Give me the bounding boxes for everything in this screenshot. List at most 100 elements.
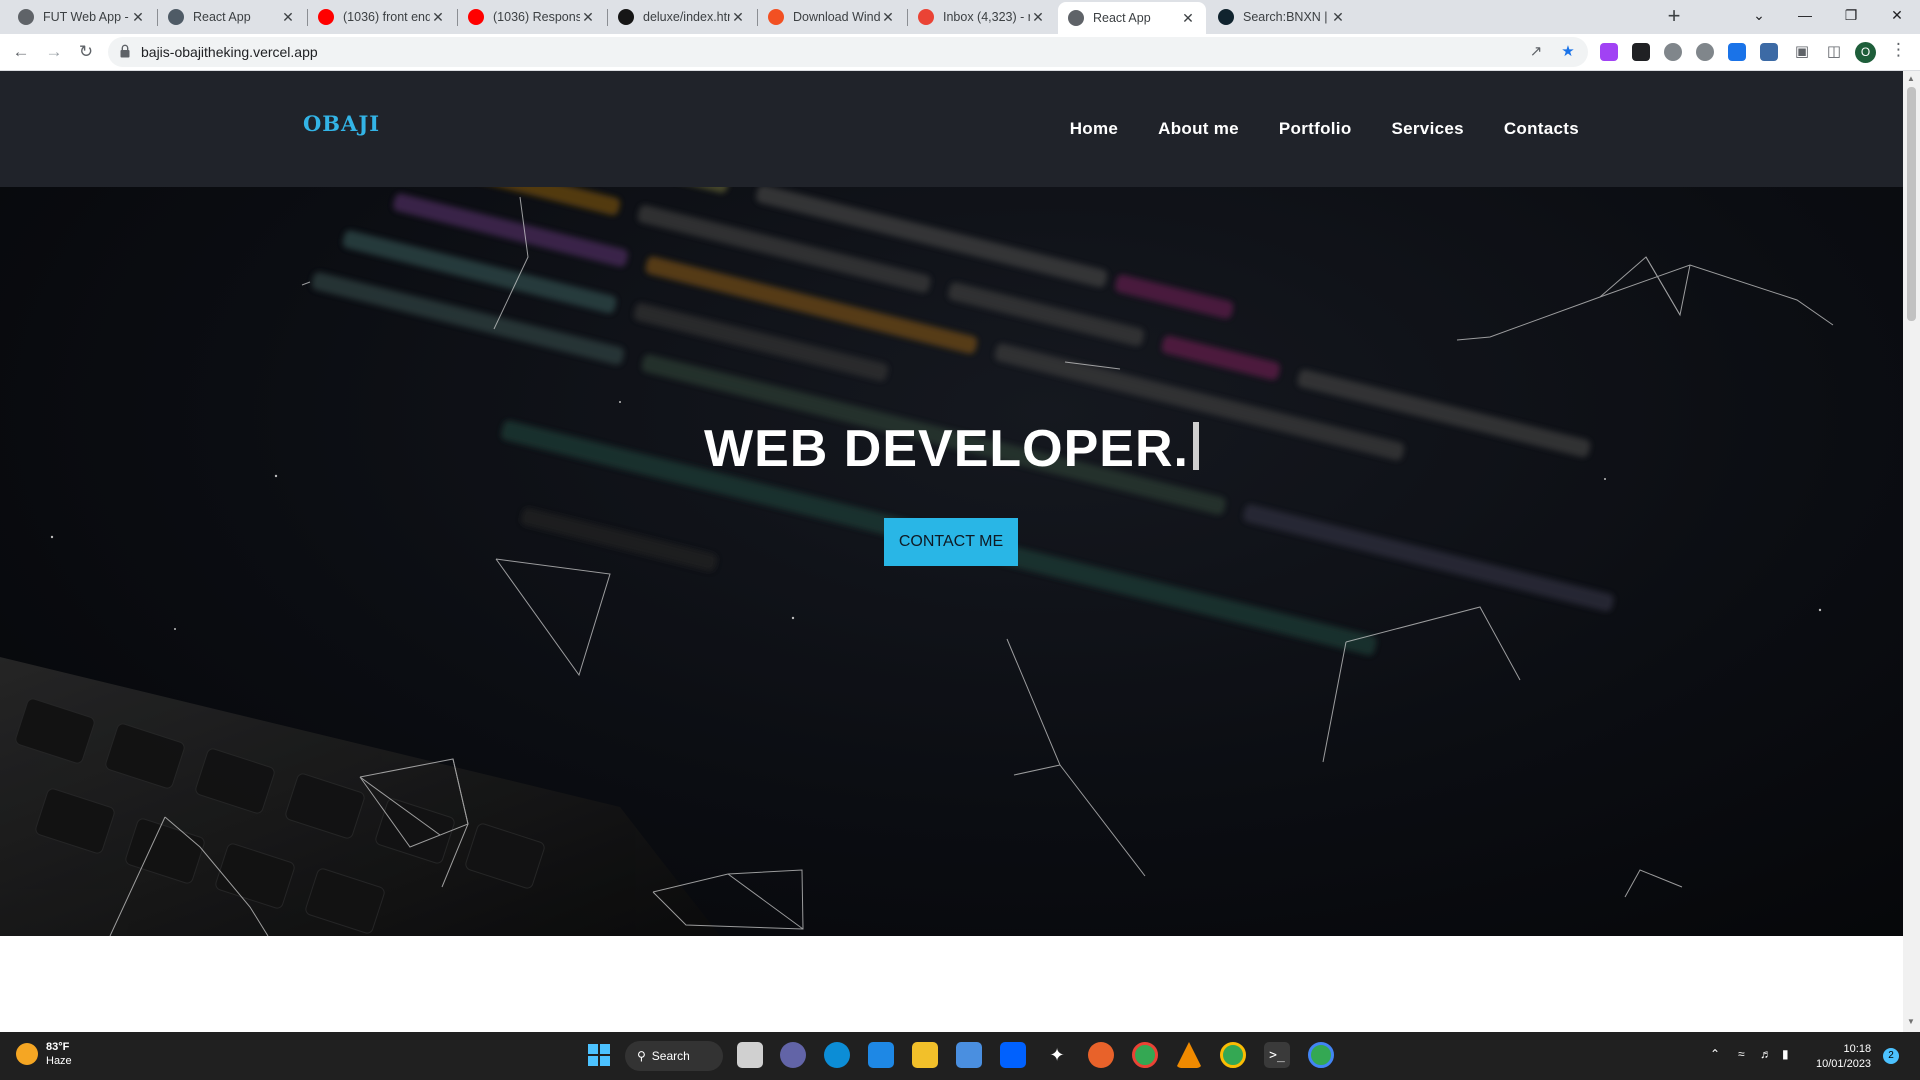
nav-about[interactable]: About me [1158, 119, 1239, 139]
tab-title: Search:BNXN | Boomplay [1243, 10, 1330, 24]
bookmark-star-icon[interactable]: ★ [1558, 42, 1578, 62]
browser-tab[interactable]: (1036) front end developer✕ [308, 0, 456, 34]
forward-icon[interactable]: → [40, 38, 68, 66]
terminal-icon[interactable]: >_ [1264, 1042, 1290, 1068]
tab-title: (1036) front end developer [343, 10, 430, 24]
tab-close-icon[interactable]: ✕ [130, 9, 146, 26]
taskbar-search[interactable]: ⚲ Search [625, 1041, 723, 1071]
tab-close-icon[interactable]: ✕ [430, 9, 446, 26]
extension-icon[interactable] [1664, 43, 1682, 61]
share-icon[interactable]: ↗ [1526, 42, 1546, 62]
weather-temp: 83°F [46, 1041, 70, 1053]
contact-me-button[interactable]: CONTACT ME [884, 518, 1018, 566]
browser-tab[interactable]: React App ✕ [1058, 2, 1206, 34]
teams-chat-icon[interactable] [780, 1042, 806, 1068]
nav-services[interactable]: Services [1392, 119, 1464, 139]
tab-search-icon[interactable]: ⌄ [1736, 0, 1782, 30]
new-tab-button[interactable]: + [1661, 4, 1687, 30]
headline-text: WEB DEVELOPER. [704, 420, 1189, 478]
gmail-icon [918, 9, 934, 25]
puzzle-icon[interactable]: ▣ [1792, 42, 1812, 62]
weather-widget[interactable]: 83°F Haze [16, 1040, 72, 1068]
reload-icon[interactable]: ↻ [72, 38, 100, 66]
window-close-icon[interactable]: ✕ [1874, 0, 1920, 30]
search-icon: ⚲ [637, 1049, 646, 1063]
scrollbar-thumb[interactable] [1907, 87, 1916, 321]
side-panel-icon[interactable]: ◫ [1824, 42, 1844, 62]
notification-badge[interactable]: 2 [1883, 1048, 1899, 1064]
chrome-profile-icon[interactable] [1308, 1042, 1334, 1068]
address-bar[interactable]: bajis-obajitheking.vercel.app ↗ ★ [108, 37, 1588, 67]
tab-close-icon[interactable]: ✕ [1330, 9, 1346, 26]
clock-date: 10/01/2023 [1816, 1058, 1872, 1070]
ms-store-icon[interactable] [956, 1042, 982, 1068]
restore-icon[interactable]: ❐ [1828, 0, 1874, 30]
maps-pin-icon[interactable] [1088, 1042, 1114, 1068]
site-nav: Home About me Portfolio Services Contact… [1070, 119, 1579, 139]
tab-close-icon[interactable]: ✕ [1180, 10, 1196, 27]
tab-close-icon[interactable]: ✕ [280, 9, 296, 26]
page-scrollbar[interactable]: ▲ ▼ [1903, 71, 1920, 1032]
windows-start-icon[interactable] [586, 1042, 612, 1068]
tab-title: Inbox (4,323) - realbaji [943, 10, 1030, 24]
url-text: bajis-obajitheking.vercel.app [141, 44, 318, 60]
scroll-down-icon[interactable]: ▼ [1907, 1017, 1915, 1026]
lock-icon [120, 44, 130, 58]
browser-tab[interactable]: Search:BNXN | Boomplay✕ [1208, 0, 1356, 34]
tab-close-icon[interactable]: ✕ [580, 9, 596, 26]
tab-title: FUT Web App - EA SPORTS [43, 10, 130, 24]
volume-icon[interactable]: ♬ [1760, 1047, 1772, 1061]
browser-tab[interactable]: FUT Web App - EA SPORTS✕ [8, 0, 156, 34]
tray-chevron-icon[interactable]: ⌃ [1710, 1047, 1720, 1061]
extension-icon[interactable] [1760, 43, 1778, 61]
file-explorer-icon[interactable] [912, 1042, 938, 1068]
vscode-icon[interactable] [868, 1042, 894, 1068]
extension-icon[interactable] [1728, 43, 1746, 61]
tab-title: React App [1093, 11, 1151, 25]
windows-taskbar: 83°F Haze ⚲ Search ✦ >_ ⌃ ≈ ♬ ▮ 10:18 10… [0, 1032, 1920, 1080]
tab-strip: FUT Web App - EA SPORTS✕React App✕(1036)… [0, 0, 1920, 34]
chrome-profile-icon[interactable] [1220, 1042, 1246, 1068]
tab-title: React App [193, 10, 251, 24]
nav-contacts[interactable]: Contacts [1504, 119, 1579, 139]
youtube-icon [318, 9, 334, 25]
boomplay-icon [1218, 9, 1234, 25]
browser-tab[interactable]: React App ✕ [158, 0, 306, 34]
edge-icon[interactable] [824, 1042, 850, 1068]
menu-kebab-icon[interactable]: ⋮ [1890, 40, 1907, 60]
browser-tab[interactable]: (1036) Responsive Personal✕ [458, 0, 606, 34]
extension-icon[interactable] [1632, 43, 1650, 61]
microsoft-icon [768, 9, 784, 25]
nav-home[interactable]: Home [1070, 119, 1118, 139]
globe-icon [18, 9, 34, 25]
app-icon[interactable]: ✦ [1044, 1042, 1070, 1068]
extension-icon[interactable] [1696, 43, 1714, 61]
extension-icon[interactable] [1600, 43, 1618, 61]
hero-section: WEB DEVELOPER. CONTACT ME [0, 187, 1903, 936]
tab-close-icon[interactable]: ✕ [1030, 9, 1046, 26]
github-icon [618, 9, 634, 25]
chrome-icon[interactable] [1132, 1042, 1158, 1068]
site-logo[interactable]: OBAJI [303, 111, 380, 136]
profile-avatar[interactable]: O [1855, 42, 1876, 63]
system-clock[interactable]: 10:18 10/01/2023 [1816, 1042, 1871, 1072]
back-icon[interactable]: ← [7, 38, 35, 66]
wifi-icon[interactable]: ≈ [1738, 1047, 1745, 1061]
scroll-up-icon[interactable]: ▲ [1907, 74, 1915, 83]
minimize-icon[interactable]: — [1782, 0, 1828, 30]
dropbox-icon[interactable] [1000, 1042, 1026, 1068]
youtube-icon [468, 9, 484, 25]
browser-tab[interactable]: deluxe/index.html at main✕ [608, 0, 756, 34]
hero-headline: WEB DEVELOPER. [0, 419, 1903, 479]
tab-close-icon[interactable]: ✕ [880, 9, 896, 26]
browser-tab[interactable]: Download Windows 11✕ [758, 0, 906, 34]
typing-cursor [1192, 422, 1199, 470]
tab-close-icon[interactable]: ✕ [730, 9, 746, 26]
vlc-icon[interactable] [1176, 1042, 1202, 1068]
battery-icon[interactable]: ▮ [1782, 1047, 1789, 1061]
tab-title: (1036) Responsive Personal [493, 10, 580, 24]
nav-portfolio[interactable]: Portfolio [1279, 119, 1352, 139]
task-view-icon[interactable] [737, 1042, 763, 1068]
globe-icon [1068, 10, 1084, 26]
browser-tab[interactable]: Inbox (4,323) - realbaji✕ [908, 0, 1056, 34]
